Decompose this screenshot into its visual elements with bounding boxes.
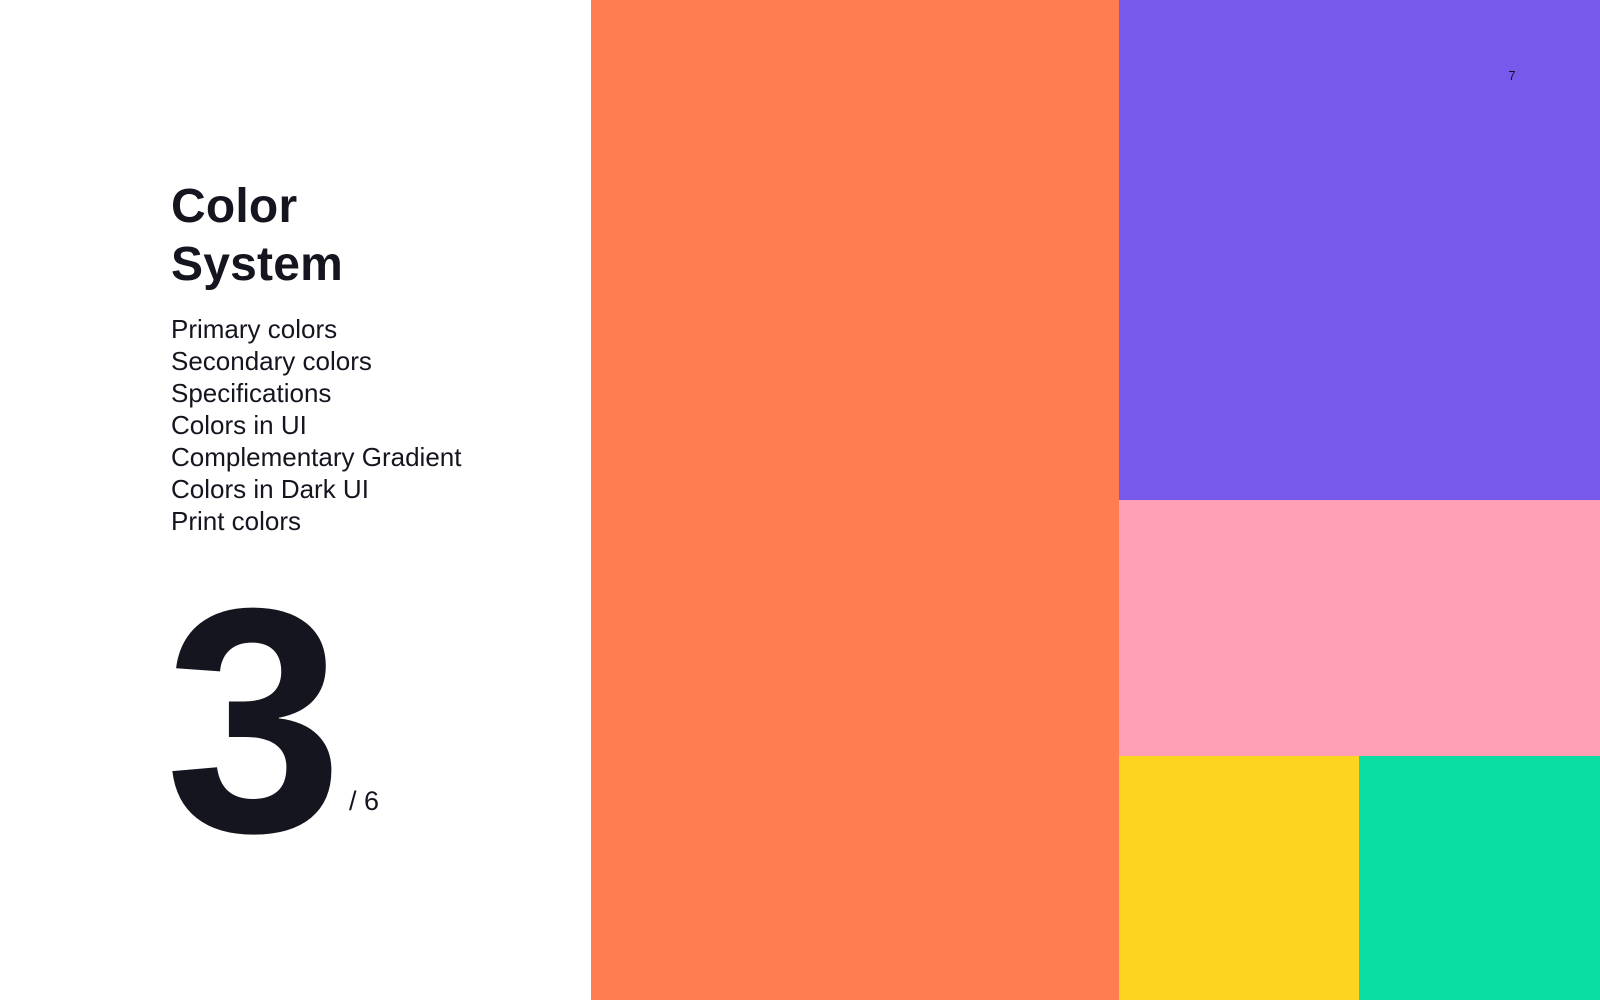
toc-item-colors-in-ui: Colors in UI bbox=[171, 410, 307, 440]
section-number: 3 bbox=[165, 541, 343, 899]
toc-item-colors-in-dark-ui: Colors in Dark UI bbox=[171, 474, 369, 504]
table-of-contents: Primary colors Secondary colors Specific… bbox=[171, 313, 461, 537]
section-title-line-2: System bbox=[171, 238, 343, 291]
section-title: Color System bbox=[171, 178, 343, 294]
toc-item-primary-colors: Primary colors bbox=[171, 314, 338, 344]
pink-swatch bbox=[1119, 500, 1600, 756]
section-title-line-1: Color bbox=[171, 180, 298, 233]
orange-swatch bbox=[591, 0, 1119, 1000]
yellow-swatch bbox=[1119, 756, 1359, 1000]
green-swatch bbox=[1359, 756, 1600, 1000]
page-number: 7 bbox=[1508, 68, 1516, 83]
document-page: Color System Primary colors Secondary co… bbox=[0, 0, 1600, 1000]
section-total: / 6 bbox=[349, 786, 380, 816]
left-panel: Color System Primary colors Secondary co… bbox=[0, 0, 591, 1000]
purple-swatch bbox=[1119, 0, 1600, 500]
toc-item-specifications: Specifications bbox=[171, 378, 332, 408]
toc-item-complementary-gradient: Complementary Gradient bbox=[171, 442, 462, 472]
toc-item-print-colors: Print colors bbox=[171, 506, 302, 536]
toc-item-secondary-colors: Secondary colors bbox=[171, 346, 372, 376]
